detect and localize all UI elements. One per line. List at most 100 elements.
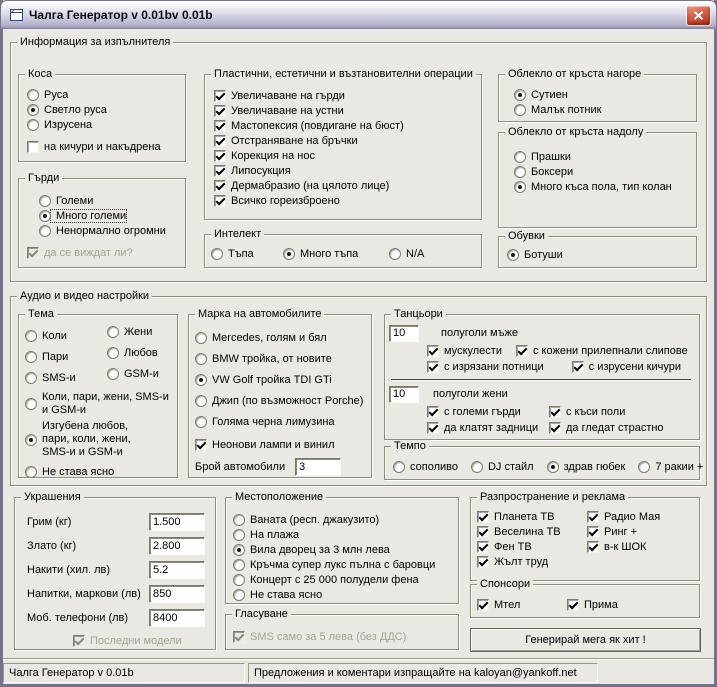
checkbox-option[interactable]: Неонови лампи и винил (195, 434, 371, 455)
checkbox-option[interactable]: Жълт труд (477, 554, 587, 569)
checkbox-option[interactable]: Отстраняване на бръчки (214, 133, 481, 148)
field-label: Злато (кг) (27, 540, 149, 552)
radio-option[interactable]: Коли (25, 325, 107, 346)
checkbox-option[interactable]: Дермабразио (на цялото лице) (214, 178, 481, 193)
close-button[interactable] (686, 5, 711, 26)
option-label: сополиво (405, 461, 458, 473)
radio-option[interactable]: Не става ясно (233, 587, 458, 602)
option-label: BMW тройка, от новите (207, 353, 332, 365)
radio-option[interactable]: Mercedes, голям и бял (195, 327, 371, 348)
group-decorations-title: Украшения (21, 491, 84, 503)
checkbox-icon (477, 526, 489, 538)
male-dancers-header: полуголи мъже (389, 323, 693, 343)
radio-option[interactable]: Ваната (респ. джакузито) (233, 512, 458, 527)
checkbox-option[interactable]: с изрусени кичури (572, 360, 681, 375)
checkbox-option[interactable]: Мтел (477, 597, 567, 612)
car-count-input[interactable] (295, 458, 341, 476)
checkbox-option[interactable]: в-к ШОК (587, 539, 660, 554)
radio-option[interactable]: Тъпа (211, 246, 283, 261)
field-label: Напитки, маркови (лв) (27, 588, 149, 600)
checkbox-option[interactable]: с къси поли (549, 405, 625, 420)
radio-option[interactable]: Ботуши (507, 247, 696, 262)
checkbox-option[interactable]: да гледат страстно (549, 421, 664, 436)
radio-option[interactable]: Големи (39, 193, 185, 208)
makeup-kg-input[interactable] (149, 513, 205, 531)
checkbox-option[interactable]: на кичури и накъдрена (27, 139, 185, 154)
checkbox-option[interactable]: с големи гърди (427, 405, 535, 420)
radio-option[interactable]: Любов (107, 342, 159, 363)
radio-option[interactable]: На плажа (233, 527, 458, 542)
radio-option[interactable]: Руса (27, 87, 185, 102)
checkbox-icon (214, 180, 226, 192)
checkbox-option[interactable]: Веселина ТВ (477, 524, 587, 539)
option-label: VW Golf тройка TDI GTi (207, 374, 332, 386)
checkbox-option[interactable]: мускулести (427, 344, 502, 359)
radio-option[interactable]: N/A (389, 246, 424, 261)
checkbox-option[interactable]: Прима (567, 597, 618, 612)
radio-option[interactable]: Боксери (514, 164, 696, 179)
checkbox-option[interactable]: с изрязани потници (427, 360, 544, 375)
drinks-input[interactable] (149, 585, 205, 603)
radio-option[interactable]: SMS-и (25, 367, 107, 388)
radio-option[interactable]: здрав гюбек (547, 459, 626, 474)
checkbox-option[interactable]: с кожени прилепнали слипове (516, 344, 688, 359)
radio-option[interactable]: Не става ясно (25, 464, 177, 479)
phones-input[interactable] (149, 609, 205, 627)
radio-option[interactable]: Жени (107, 321, 159, 342)
checkbox-option[interactable]: Фен ТВ (477, 539, 587, 554)
radio-option[interactable]: Ненормално огромни (39, 223, 185, 238)
radio-option[interactable]: Малък потник (514, 102, 696, 117)
radio-option[interactable]: Прашки (514, 149, 696, 164)
male-dancers-count-input[interactable] (389, 325, 419, 342)
field-row: Злато (кг) (27, 534, 215, 558)
radio-option[interactable]: Много тъпа (283, 246, 389, 261)
radio-option[interactable]: Джип (по възможност Porche) (195, 390, 371, 411)
checkbox-option[interactable]: Увеличаване на устни (214, 103, 481, 118)
radio-option[interactable]: GSM-и (107, 363, 159, 384)
close-x-icon (693, 11, 704, 20)
checkbox-option[interactable]: Планета ТВ (477, 509, 587, 524)
option-label: да клатят задници (439, 422, 538, 434)
radio-option[interactable]: Концерт с 25 000 полудели фена (233, 572, 458, 587)
field-row: Накити (хил. лв) (27, 558, 215, 582)
checkbox-icon (477, 556, 489, 568)
radio-option[interactable]: DJ стайл (471, 459, 534, 474)
checkbox-option[interactable]: Корекция на нос (214, 148, 481, 163)
checkbox-option[interactable]: Всичко гореизброено (214, 193, 481, 208)
radio-option[interactable]: Голяма черна лимузина (195, 411, 371, 432)
radio-option[interactable]: BMW тройка, от новите (195, 348, 371, 369)
group-intellect-title: Интелект (211, 228, 264, 240)
radio-option[interactable]: Вила дворец за 3 млн лева (233, 542, 458, 557)
radio-option[interactable]: 7 ракии + (638, 459, 703, 474)
radio-option[interactable]: Сутиен (514, 87, 696, 102)
radio-option[interactable]: Светло руса (27, 102, 185, 117)
radio-icon (393, 461, 405, 473)
radio-option[interactable]: VW Golf тройка TDI GTi (195, 369, 371, 390)
radio-option[interactable]: Много къса пола, тип колан (514, 179, 696, 194)
jewelry-input[interactable] (149, 561, 205, 579)
group-distribution-title: Разпространение и реклама (477, 491, 628, 503)
option-label: На плажа (245, 529, 299, 541)
generate-hit-button[interactable]: Генерирай мега як хит ! (470, 628, 701, 652)
checkbox-option[interactable]: Радио Мая (587, 509, 660, 524)
checkbox-icon (214, 195, 226, 207)
radio-option[interactable]: Изрусена (27, 117, 185, 132)
radio-icon (195, 395, 207, 407)
group-clothes-upper: Облекло от кръста нагоре Сутиен Малък по… (498, 74, 697, 122)
radio-option[interactable]: Изгубена любов, пари, коли, жени, SMS-и … (25, 420, 177, 459)
radio-option[interactable]: сополиво (393, 459, 458, 474)
checkbox-option[interactable]: Мастопексия (повдигане на бюст) (214, 118, 481, 133)
checkbox-option[interactable]: Липосукция (214, 163, 481, 178)
radio-option[interactable]: Кръчма супер лукс пълна с баровци (233, 557, 458, 572)
option-label: Мтел (489, 599, 520, 611)
female-dancers-count-input[interactable] (389, 386, 419, 403)
radio-option[interactable]: Пари (25, 346, 107, 367)
checkbox-option[interactable]: Увеличаване на гърди (214, 88, 481, 103)
option-label: Концерт с 25 000 полудели фена (245, 574, 419, 586)
radio-option[interactable]: Много големи (39, 208, 185, 223)
checkbox-option[interactable]: Ринг + (587, 524, 660, 539)
checkbox-option[interactable]: да клатят задници (427, 421, 535, 436)
gold-kg-input[interactable] (149, 537, 205, 555)
radio-option[interactable]: Коли, пари, жени, SMS-и и GSM-и (25, 391, 177, 417)
titlebar[interactable]: Чалга Генератор v 0.01bv 0.01b (0, 0, 717, 29)
